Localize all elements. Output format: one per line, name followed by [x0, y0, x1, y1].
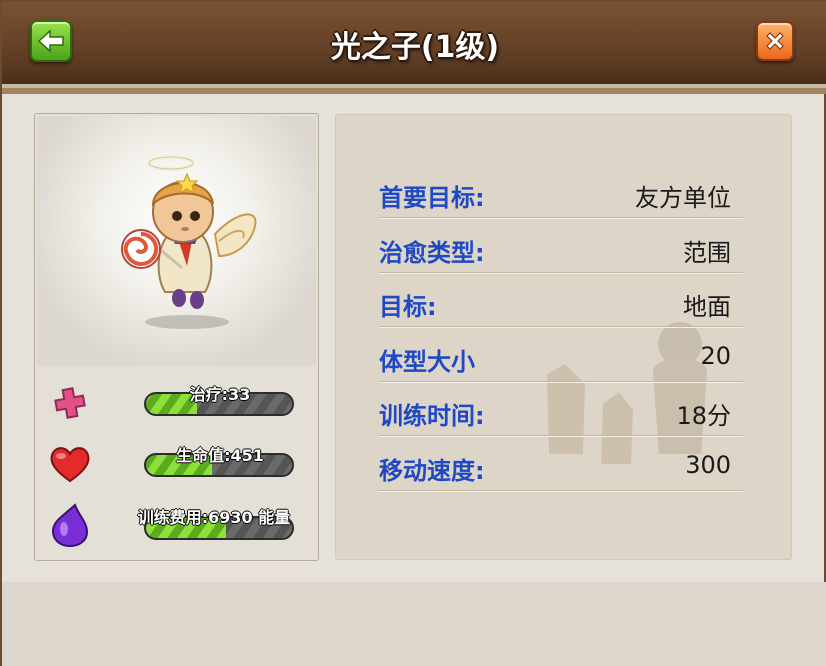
elixir-drop-icon — [51, 503, 89, 548]
info-row: 治愈类型: 范围 — [379, 219, 743, 273]
info-value: 友方单位 — [635, 184, 731, 212]
info-value: 18分 — [676, 402, 731, 430]
info-row: 移动速度: 300 — [379, 437, 743, 491]
page-title: 光之子(1级) — [330, 30, 500, 65]
unit-stats-panel: 治疗:33 生命值:451 训练费用:6930 能量 — [34, 113, 319, 561]
info-value: 地面 — [683, 293, 731, 321]
heart-icon — [50, 447, 90, 483]
info-row: 体型大小 20 — [379, 328, 743, 382]
info-row: 目标: 地面 — [379, 273, 743, 327]
unit-info-panel: 首要目标: 友方单位治愈类型: 范围目标: 地面体型大小 20 训练时间: 18分移动速度:… — [335, 114, 792, 560]
info-label: 首要目标: — [379, 184, 485, 212]
stat-row-health: 生命值:451 — [49, 445, 329, 485]
stat-row-cost: 训练费用:6930 能量 — [49, 503, 329, 550]
stat-row-heal: 治疗:33 — [49, 384, 329, 424]
close-button[interactable] — [756, 21, 794, 61]
window-header: 光之子(1级) — [2, 2, 826, 94]
info-row: 首要目标: 友方单位 — [379, 164, 743, 218]
info-row: 训练时间: 18分 — [379, 382, 743, 436]
info-value: 范围 — [683, 238, 731, 267]
info-value: 20 — [700, 341, 731, 370]
window-footer — [2, 582, 826, 666]
health-stat-label: 生命值:451 — [176, 446, 264, 465]
info-label: 体型大小 — [379, 347, 475, 376]
info-label: 训练时间: — [379, 402, 485, 430]
info-label: 移动速度: — [379, 456, 485, 485]
unit-info-window: 光之子(1级) 治疗:33 生命值:451 训练费用:6930 能量 首要目标:… — [0, 0, 826, 666]
unit-portrait — [37, 116, 316, 366]
info-value: 300 — [685, 450, 731, 479]
cost-stat-label: 训练费用:6930 能量 — [137, 508, 291, 527]
angel-unit-image — [121, 155, 257, 329]
close-icon — [766, 32, 784, 50]
heal-stat-label: 治疗:33 — [189, 385, 251, 404]
heal-cross-icon — [54, 387, 86, 419]
info-label: 目标: — [379, 293, 437, 321]
info-label: 治愈类型: — [379, 238, 485, 267]
